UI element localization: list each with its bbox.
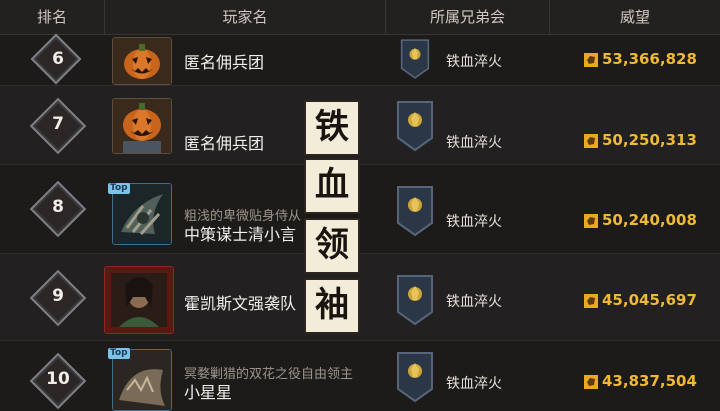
rank-number: 8 xyxy=(52,197,64,217)
rank-number: 9 xyxy=(52,286,64,306)
top-badge: Top xyxy=(108,348,130,359)
rank-number: 6 xyxy=(52,49,64,69)
reputation-value: 43,837,504 xyxy=(602,372,697,390)
table-row[interactable]: 8 Top 粗浅的卑微贴身侍从 中策谋士清小言 铁血淬火 50,240,008 xyxy=(0,165,720,254)
player-name[interactable]: 霍凯斯文强袭队 xyxy=(184,290,296,314)
header-player: 玩家名 xyxy=(222,8,268,26)
player-name[interactable]: 匿名佣兵团 xyxy=(184,130,264,154)
player-name[interactable]: 中策谋士清小言 xyxy=(184,221,296,245)
reputation-icon xyxy=(584,375,598,389)
player-name[interactable]: 小星星 xyxy=(184,379,232,403)
overlay-char: 铁 xyxy=(304,100,360,156)
reputation-value: 53,366,828 xyxy=(602,50,697,68)
table-row[interactable]: 9 霍凯斯文强袭队 铁血淬火 45,045,697 xyxy=(0,254,720,341)
guild-shield-icon xyxy=(397,275,433,326)
guild-name[interactable]: 铁血淬火 xyxy=(446,291,502,311)
table-row[interactable]: 6 匿名佣兵团 铁血淬火 53,366,828 xyxy=(0,33,720,86)
overlay-char: 领 xyxy=(304,218,360,274)
reputation-value: 50,240,008 xyxy=(602,211,697,229)
guild-name[interactable]: 铁血淬火 xyxy=(446,373,502,393)
rank-number: 10 xyxy=(46,369,70,389)
overlay-char: 血 xyxy=(304,158,360,214)
rank-number: 7 xyxy=(52,114,64,134)
reputation-icon xyxy=(584,134,598,148)
table-row[interactable]: 10 Top 冥婺剿猎的双花之役自由领主 小星星 铁血淬火 43,837,504 xyxy=(0,341,720,411)
guild-shield-icon xyxy=(397,352,433,403)
header-reputation: 威望 xyxy=(619,8,650,26)
top-badge: Top xyxy=(108,183,130,194)
guild-shield-icon xyxy=(397,101,433,152)
reputation-value: 45,045,697 xyxy=(602,291,697,309)
guild-name[interactable]: 铁血淬火 xyxy=(446,51,502,71)
guild-shield-icon xyxy=(400,39,430,79)
guild-name[interactable]: 铁血淬火 xyxy=(446,132,502,152)
reputation-icon xyxy=(584,294,598,308)
reputation-icon xyxy=(584,214,598,228)
reputation-value: 50,250,313 xyxy=(602,131,697,149)
pumpkin-avatar-icon[interactable] xyxy=(112,37,172,85)
pumpkin-avatar-icon[interactable] xyxy=(112,98,172,154)
warrior-avatar-icon[interactable] xyxy=(104,266,174,334)
table-row[interactable]: 7 匿名佣兵团 铁血淬火 50,250,313 xyxy=(0,86,720,165)
header-guild: 所属兄弟会 xyxy=(429,8,505,26)
table-header: 排名 玩家名 所属兄弟会 威望 xyxy=(0,0,720,35)
guild-name[interactable]: 铁血淬火 xyxy=(446,211,502,231)
overlay-char: 袖 xyxy=(304,278,360,334)
player-name[interactable]: 匿名佣兵团 xyxy=(184,49,264,73)
header-rank: 排名 xyxy=(36,8,67,26)
guild-shield-icon xyxy=(397,186,433,237)
reputation-icon xyxy=(584,53,598,67)
